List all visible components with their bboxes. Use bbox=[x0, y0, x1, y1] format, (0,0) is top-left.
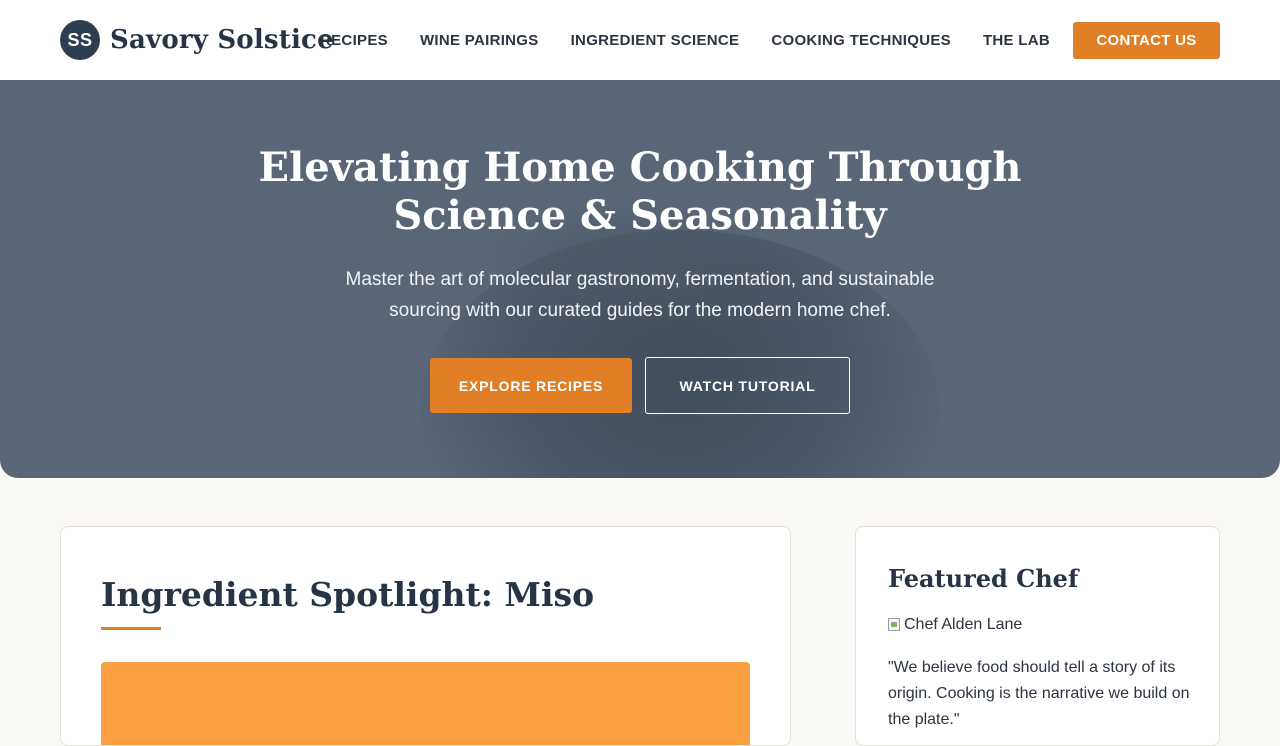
chef-quote: "We believe food should tell a story of … bbox=[888, 659, 1190, 728]
title-accent-divider bbox=[101, 627, 161, 630]
featured-chef-heading: Featured Chef bbox=[888, 564, 1079, 593]
featured-chef-card: Featured Chef Chef Alden Lane "We believ… bbox=[855, 526, 1220, 746]
main-nav: RECIPES WINE PAIRINGS INGREDIENT SCIENCE… bbox=[320, 0, 1050, 80]
nav-the-lab[interactable]: THE LAB bbox=[983, 32, 1050, 49]
ingredient-spotlight-card: Ingredient Spotlight: Miso bbox=[60, 526, 791, 746]
hero-title: Elevating Home Cooking Through Science &… bbox=[258, 144, 1022, 239]
hero-section: Elevating Home Cooking Through Science &… bbox=[0, 80, 1280, 478]
explore-recipes-button[interactable]: EXPLORE RECIPES bbox=[430, 358, 632, 413]
nav-wine-pairings[interactable]: WINE PAIRINGS bbox=[420, 32, 539, 49]
spotlight-title: Ingredient Spotlight: Miso bbox=[101, 575, 595, 614]
logo-text: Savory Solstice bbox=[110, 25, 334, 55]
hero-subtitle: Master the art of molecular gastronomy, … bbox=[345, 269, 935, 321]
broken-image-icon bbox=[888, 617, 902, 633]
chef-photo: Chef Alden Lane bbox=[888, 615, 1022, 635]
chef-photo-alt-text: Chef Alden Lane bbox=[904, 616, 1023, 633]
site-header: SS Savory Solstice RECIPES WINE PAIRINGS… bbox=[0, 0, 1280, 81]
logo[interactable]: SS Savory Solstice bbox=[60, 20, 334, 60]
watch-tutorial-button[interactable]: WATCH TUTORIAL bbox=[645, 357, 850, 414]
nav-cooking-techniques[interactable]: COOKING TECHNIQUES bbox=[771, 32, 951, 49]
nav-ingredient-science[interactable]: INGREDIENT SCIENCE bbox=[571, 32, 740, 49]
logo-mark: SS bbox=[60, 20, 100, 60]
nav-recipes[interactable]: RECIPES bbox=[320, 32, 388, 49]
contact-button[interactable]: CONTACT US bbox=[1073, 22, 1220, 59]
spotlight-image bbox=[101, 662, 750, 745]
